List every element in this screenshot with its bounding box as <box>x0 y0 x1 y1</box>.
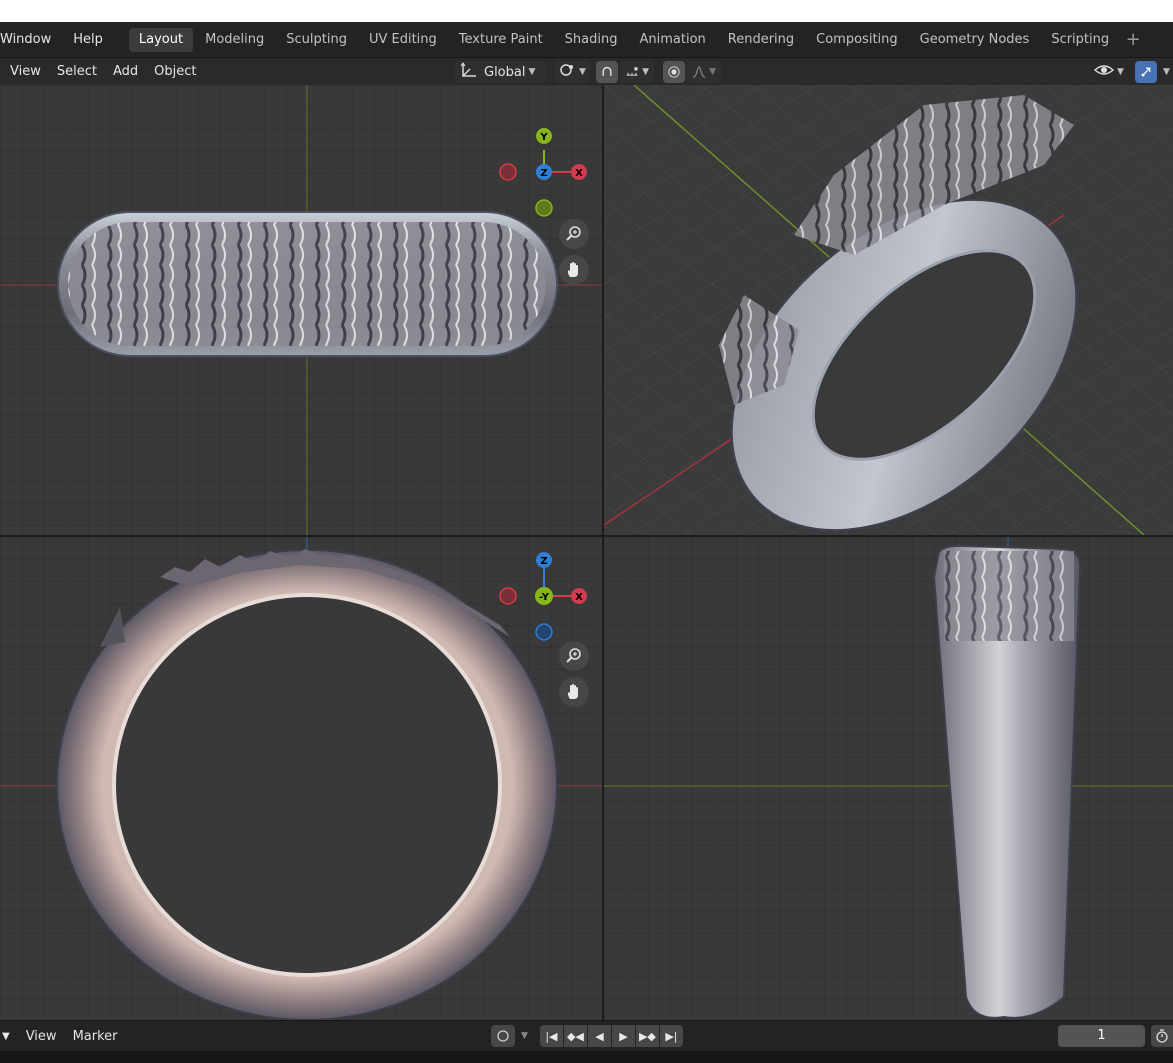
pivot-dropdown[interactable]: ▼ <box>554 60 590 84</box>
top-bar: Window Help Layout Modeling Sculpting UV… <box>0 22 1173 57</box>
workspace-tabs: Layout Modeling Sculpting UV Editing Tex… <box>128 27 1145 52</box>
playback-buttons: |◀ ◆◀ ◀ ▶ ▶◆ ▶| <box>539 1025 683 1047</box>
timeline-header: ▼ View Marker ▼ |◀ ◆◀ ◀ ▶ ▶◆ ▶| 1 <box>0 1020 1173 1051</box>
tab-compositing[interactable]: Compositing <box>806 28 908 52</box>
svg-text:Z: Z <box>540 168 547 179</box>
tab-shading[interactable]: Shading <box>555 28 628 52</box>
viewport-front[interactable]: Z X -Y <box>0 537 602 1020</box>
snap-icon[interactable] <box>596 61 618 83</box>
navigation-gizmo-front[interactable]: Z X -Y <box>489 537 599 643</box>
chevron-down-icon: ▼ <box>528 67 536 77</box>
tab-sculpting[interactable]: Sculpting <box>276 28 357 52</box>
falloff-icon[interactable]: ▼ <box>687 61 721 83</box>
jump-end-icon[interactable]: ▶| <box>659 1025 683 1047</box>
tab-texture-paint[interactable]: Texture Paint <box>449 28 553 52</box>
transform-orientation-dropdown[interactable]: Global ▼ <box>455 60 547 84</box>
prev-keyframe-icon[interactable]: ◆◀ <box>563 1025 587 1047</box>
menu-object[interactable]: Object <box>146 64 204 79</box>
keyframe-icon[interactable] <box>491 1025 515 1047</box>
proportional-edit-icon[interactable] <box>663 61 685 83</box>
current-frame-field[interactable]: 1 <box>1058 1025 1145 1047</box>
proportional-controls: ▼ <box>663 60 721 84</box>
timeline-menu-marker[interactable]: Marker <box>65 1029 126 1044</box>
tab-rendering[interactable]: Rendering <box>718 28 804 52</box>
gizmo-y-label: Y <box>539 132 548 143</box>
horizontal-divider[interactable] <box>0 535 1173 537</box>
next-keyframe-icon[interactable]: ▶◆ <box>635 1025 659 1047</box>
viewport-top[interactable]: Y X Z <box>0 85 602 535</box>
stopwatch-icon[interactable] <box>1151 1025 1173 1047</box>
visibility-icon <box>1093 62 1115 82</box>
menu-add[interactable]: Add <box>105 64 146 79</box>
snap-controls: ▼ <box>596 60 654 84</box>
chevron-down-icon: ▼ <box>579 67 586 77</box>
tab-scripting[interactable]: Scripting <box>1041 28 1119 52</box>
gizmo-toggle-icon[interactable] <box>1135 61 1157 83</box>
viewport-perspective[interactable] <box>604 85 1173 535</box>
viewport-header: View Select Add Object Global ▼ ▼ ▼ ▼ ▼ … <box>0 57 1173 85</box>
menu-select[interactable]: Select <box>49 64 105 79</box>
timeline-menu-view[interactable]: View <box>18 1029 65 1044</box>
editor-type-dropdown[interactable]: ▼ <box>0 1031 18 1042</box>
chevron-down-icon: ▼ <box>1117 67 1124 77</box>
tab-modeling[interactable]: Modeling <box>195 28 274 52</box>
tab-geometry-nodes[interactable]: Geometry Nodes <box>910 28 1040 52</box>
viewport-side[interactable] <box>604 537 1173 1020</box>
zoom-icon[interactable] <box>559 641 589 671</box>
menu-window[interactable]: Window <box>0 28 59 52</box>
svg-text:Z: Z <box>540 556 547 567</box>
perspective-scene <box>604 85 1173 535</box>
transform-orientation-icon <box>460 62 478 82</box>
chevron-down-icon[interactable]: ▼ <box>1163 67 1170 77</box>
tab-uv-editing[interactable]: UV Editing <box>359 28 447 52</box>
snap-increment-icon[interactable]: ▼ <box>620 61 654 83</box>
jump-start-icon[interactable]: |◀ <box>539 1025 563 1047</box>
tab-animation[interactable]: Animation <box>629 28 715 52</box>
side-view-scene <box>604 537 1173 1019</box>
orientation-label: Global <box>484 64 526 80</box>
status-bar <box>0 1051 1173 1063</box>
menu-view[interactable]: View <box>2 64 49 79</box>
play-icon[interactable]: ▶ <box>611 1025 635 1047</box>
pan-hand-icon[interactable] <box>559 677 589 707</box>
svg-text:X: X <box>575 592 583 603</box>
play-reverse-icon[interactable]: ◀ <box>587 1025 611 1047</box>
vertical-divider[interactable] <box>602 85 604 1020</box>
menu-help[interactable]: Help <box>65 28 111 52</box>
blender-window: Window Help Layout Modeling Sculpting UV… <box>0 22 1173 1063</box>
svg-text:-Y: -Y <box>539 592 550 603</box>
pivot-icon <box>558 62 576 82</box>
plus-icon[interactable]: + <box>1121 28 1145 52</box>
zoom-icon[interactable] <box>559 219 589 249</box>
quad-view: Y X Z Z X -Y <box>0 85 1173 1020</box>
gizmo-toggle[interactable]: ▼ <box>1135 60 1170 84</box>
pan-hand-icon[interactable] <box>559 255 589 285</box>
visibility-dropdown[interactable]: ▼ <box>1090 60 1128 84</box>
tab-layout[interactable]: Layout <box>128 27 194 52</box>
svg-text:X: X <box>575 168 583 179</box>
keyframe-controls: ▼ |◀ ◆◀ ◀ ▶ ▶◆ ▶| <box>491 1025 683 1047</box>
